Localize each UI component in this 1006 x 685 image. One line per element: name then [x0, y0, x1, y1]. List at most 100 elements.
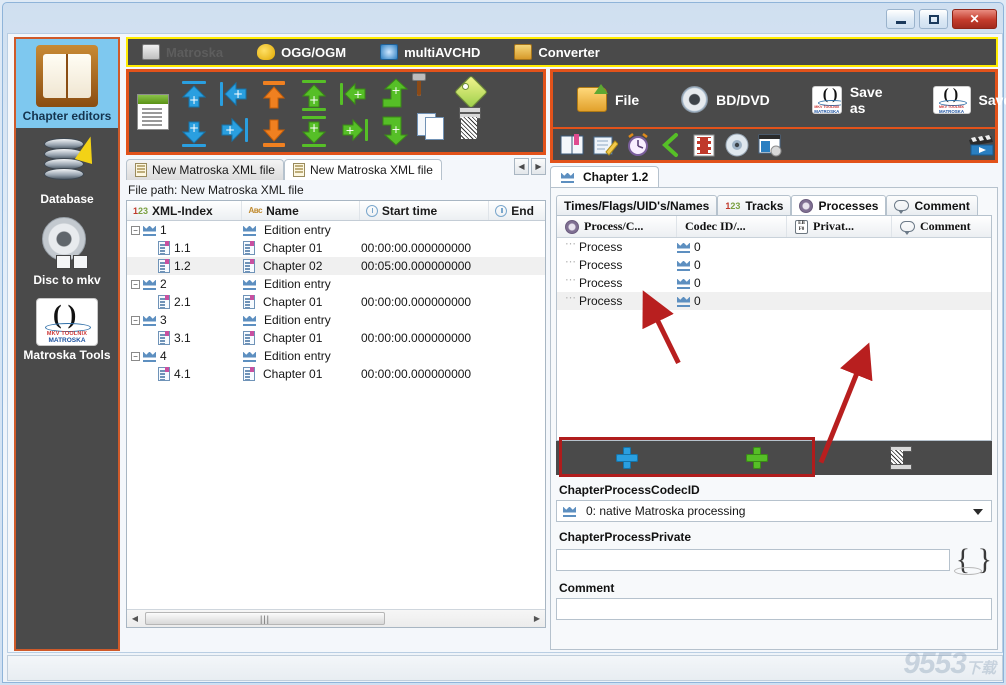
film-strip-icon[interactable]	[691, 132, 717, 158]
tree-horizontal-scrollbar[interactable]: ◀ ||| ▶	[127, 609, 545, 627]
comment-input[interactable]	[556, 598, 992, 620]
table-row[interactable]: Process 0	[557, 255, 991, 274]
codec-id-combobox[interactable]: 0: native Matroska processing	[556, 500, 992, 522]
book-bookmark-icon[interactable]	[559, 132, 585, 158]
clipboard-icon[interactable]	[417, 75, 451, 111]
back-chevron-icon[interactable]	[658, 132, 684, 158]
table-row[interactable]: Process 0	[557, 237, 991, 256]
file-tab-1[interactable]: New Matroska XML file	[126, 159, 284, 180]
nav-tab-multiavchd[interactable]: multiAVCHD	[380, 44, 480, 60]
file-tab-2[interactable]: New Matroska XML file	[283, 159, 442, 180]
expander-toggle[interactable]: −	[131, 279, 140, 289]
cell-xml-index: ⌐4.1	[127, 367, 243, 381]
table-row[interactable]: −3 Edition entry	[127, 311, 545, 329]
tab-comment[interactable]: Comment	[886, 195, 978, 215]
table-row[interactable]: −1 Edition entry	[127, 221, 545, 239]
sidebar-item-database[interactable]: Database	[16, 128, 118, 211]
cell-name-label: Edition entry	[264, 223, 331, 237]
expander-toggle[interactable]: −	[131, 315, 140, 325]
column-header-comment[interactable]: Comment	[892, 216, 987, 237]
table-row[interactable]: ⌐1.1 Chapter 01 00:00:00.000000000	[127, 239, 545, 257]
sidebar-item-matroska-tools[interactable]: () MKV TOOLNIX MATROSKA Matroska Tools	[16, 292, 118, 367]
save-as-button[interactable]: () MKV TOOLNIX MATROSKA Save as	[811, 84, 891, 116]
sidebar-item-label: Chapter editors	[22, 109, 112, 123]
table-row[interactable]: Process 0	[557, 273, 991, 292]
converter-icon	[514, 44, 533, 60]
move-right-icon[interactable]: +	[217, 113, 251, 147]
move-down-icon[interactable]	[257, 113, 291, 147]
editor-toolbar: + + + + + + + + + +	[126, 69, 546, 155]
move-left-icon[interactable]: +	[217, 77, 251, 111]
site-watermark: 9553下载	[903, 647, 996, 680]
close-button[interactable]: ✕	[952, 9, 997, 29]
open-file-button[interactable]: File	[577, 84, 639, 112]
demote-icon[interactable]: +	[377, 113, 411, 147]
tab-chapter-1-2[interactable]: Chapter 1.2	[550, 166, 660, 187]
expander-toggle[interactable]: −	[131, 225, 140, 235]
tab-times-flags-uids-names[interactable]: Times/Flags/UID's/Names	[556, 195, 718, 215]
cd-disc-icon[interactable]	[724, 132, 750, 158]
scroll-right-button[interactable]: ▶	[529, 611, 545, 627]
column-header-end[interactable]: End	[489, 201, 545, 220]
chapter-icon	[158, 259, 170, 273]
chevron-down-icon[interactable]	[973, 509, 983, 515]
tab-tracks[interactable]: 123 Tracks	[717, 195, 792, 215]
private-input[interactable]	[556, 549, 950, 571]
processes-table[interactable]: Process/C... Codec ID/... EB F0 Privat...	[556, 215, 992, 441]
hourglass-icon[interactable]	[457, 113, 491, 147]
add-edition-down-icon[interactable]: +	[177, 113, 211, 147]
edit-pencil-icon[interactable]	[592, 132, 619, 158]
window-settings-icon[interactable]	[757, 132, 783, 158]
table-row[interactable]: ⌐2.1 Chapter 01 00:00:00.000000000	[127, 293, 545, 311]
table-row[interactable]: ⌐3.1 Chapter 01 00:00:00.000000000	[127, 329, 545, 347]
add-chapter-up-icon[interactable]: +	[297, 77, 331, 111]
tab-scroll-prev-button[interactable]: ◀	[514, 158, 529, 175]
braces-icon[interactable]: { }	[953, 545, 992, 575]
table-row[interactable]: −4 Edition entry	[127, 347, 545, 365]
column-header-private[interactable]: EB F0 Privat...	[787, 216, 892, 237]
column-header-codec-id[interactable]: Codec ID/...	[677, 216, 787, 237]
sidebar-item-chapter-editors[interactable]: Chapter editors	[16, 39, 118, 128]
green-plus-icon[interactable]	[746, 447, 768, 469]
tab-scroll-next-button[interactable]: ▶	[531, 158, 546, 175]
blue-plus-icon[interactable]	[616, 447, 638, 469]
nav-tab-converter[interactable]: Converter	[514, 44, 600, 60]
table-row[interactable]: ⌐4.1 Chapter 01 00:00:00.000000000	[127, 365, 545, 383]
nav-tab-ogg[interactable]: OGG/OGM	[257, 44, 346, 60]
table-row[interactable]: −2 Edition entry	[127, 275, 545, 293]
maximize-button[interactable]	[919, 9, 948, 29]
add-chapter-down-icon[interactable]: +	[297, 113, 331, 147]
alarm-clock-icon[interactable]	[625, 132, 651, 158]
promote-icon[interactable]: +	[377, 77, 411, 111]
table-row[interactable]: Process 0	[557, 291, 991, 310]
move-up-icon[interactable]	[257, 77, 291, 111]
clapperboard-play-icon[interactable]	[967, 132, 994, 158]
add-edition-up-icon[interactable]: +	[177, 77, 211, 111]
insert-after-icon[interactable]: +	[337, 113, 371, 147]
minimize-button[interactable]	[886, 9, 915, 29]
sidebar-item-disc-to-mkv[interactable]: Disc to mkv	[16, 211, 118, 292]
processes-action-bar	[556, 437, 992, 477]
open-bd-dvd-button[interactable]: BD/DVD	[681, 86, 770, 113]
column-label: XML-Index	[152, 203, 213, 218]
column-header-process[interactable]: Process/C...	[557, 216, 677, 237]
avchd-icon	[380, 44, 399, 60]
chapter-tree-table[interactable]: 123 XML-Index Aʙᴄ Name Start time End − …	[126, 200, 546, 628]
column-header-xml-index[interactable]: 123 XML-Index	[127, 201, 243, 220]
hourglass-icon[interactable]	[888, 446, 912, 470]
save-button[interactable]: () MKV TOOLNIXMATROSKA Save	[932, 85, 1006, 114]
tab-processes[interactable]: Processes	[791, 195, 887, 215]
xml-document-icon[interactable]	[137, 94, 169, 130]
column-header-name[interactable]: Aʙᴄ Name	[242, 201, 360, 220]
tag-icon[interactable]	[457, 77, 491, 111]
table-row[interactable]: ⌐1.2 Chapter 02 00:05:00.000000000	[127, 257, 545, 275]
scroll-left-button[interactable]: ◀	[127, 611, 143, 627]
cell-name-label: Chapter 01	[263, 295, 323, 309]
insert-before-icon[interactable]: +	[337, 77, 371, 111]
nav-tab-matroska[interactable]: Matroska	[142, 44, 223, 60]
scroll-thumb[interactable]: |||	[145, 612, 385, 625]
expander-toggle[interactable]: −	[131, 351, 140, 361]
application-window: ✕ Chapter editors Database Disc to mkv (…	[0, 0, 1006, 685]
column-header-start-time[interactable]: Start time	[360, 201, 490, 220]
copy-documents-icon[interactable]	[417, 113, 451, 147]
